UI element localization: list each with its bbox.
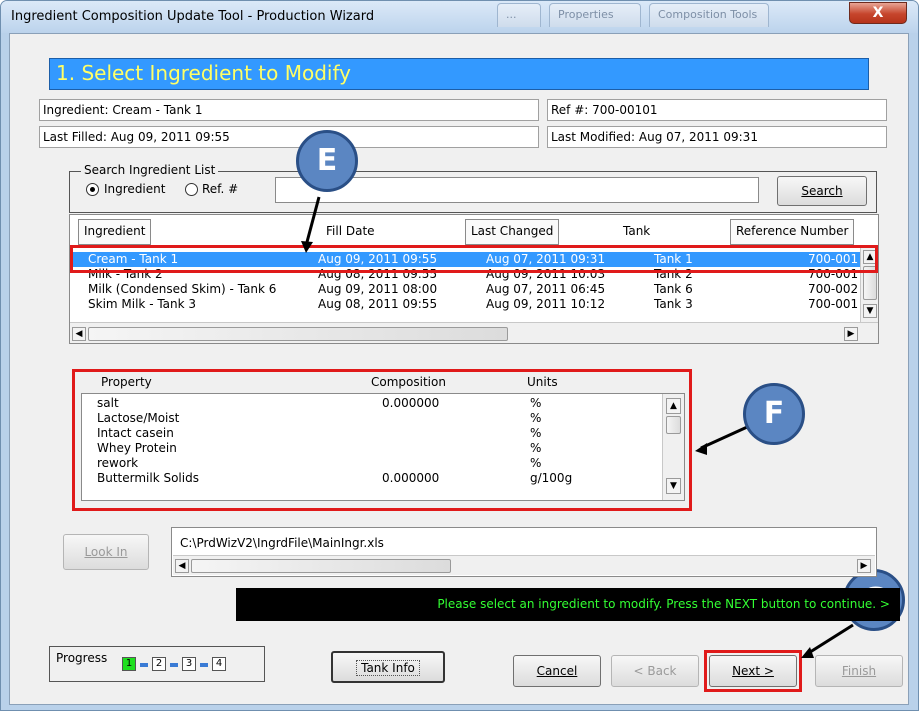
progress-indicator: Progress 1 2 3 4 (49, 646, 265, 682)
back-button-label: < Back (633, 664, 677, 678)
next-button-label: Next > (732, 664, 774, 678)
progress-label: Progress (56, 651, 108, 665)
arrowhead-f (695, 443, 707, 455)
file-path-box[interactable]: C:\PrdWizV2\IngrdFile\MainIngr.xls ◀ ▶ (171, 527, 877, 577)
status-message: Please select an ingredient to modify. P… (236, 588, 900, 621)
scroll-right-icon[interactable]: ▶ (857, 559, 871, 573)
progress-connector (140, 663, 148, 667)
scroll-left-icon[interactable]: ◀ (175, 559, 189, 573)
back-button[interactable]: < Back (611, 655, 699, 687)
cancel-button-label: Cancel (536, 664, 578, 678)
progress-step-1: 1 (122, 657, 136, 671)
finish-button[interactable]: Finish (815, 655, 903, 687)
file-path: C:\PrdWizV2\IngrdFile\MainIngr.xls (180, 536, 384, 550)
scroll-thumb[interactable] (191, 559, 451, 573)
progress-step-4: 4 (212, 657, 226, 671)
arrowhead-e (301, 241, 313, 253)
look-in-button[interactable]: Look In (63, 534, 149, 570)
progress-connector (170, 663, 178, 667)
tank-info-button[interactable]: Tank Info (331, 651, 445, 683)
progress-step-3: 3 (182, 657, 196, 671)
callout-f: F (743, 383, 805, 445)
file-horizontal-scrollbar[interactable]: ◀ ▶ (173, 555, 875, 575)
callout-e: E (296, 130, 358, 192)
progress-step-2: 2 (152, 657, 166, 671)
cancel-button[interactable]: Cancel (513, 655, 601, 687)
finish-button-label: Finish (841, 664, 877, 678)
tank-info-button-label: Tank Info (356, 660, 420, 676)
wizard-window: Ingredient Composition Update Tool - Pro… (0, 0, 919, 711)
arrow-e (305, 196, 321, 243)
look-in-button-label: Look In (84, 545, 128, 559)
progress-connector (200, 663, 208, 667)
arrow-g (806, 623, 854, 656)
next-button[interactable]: Next > (709, 655, 797, 687)
